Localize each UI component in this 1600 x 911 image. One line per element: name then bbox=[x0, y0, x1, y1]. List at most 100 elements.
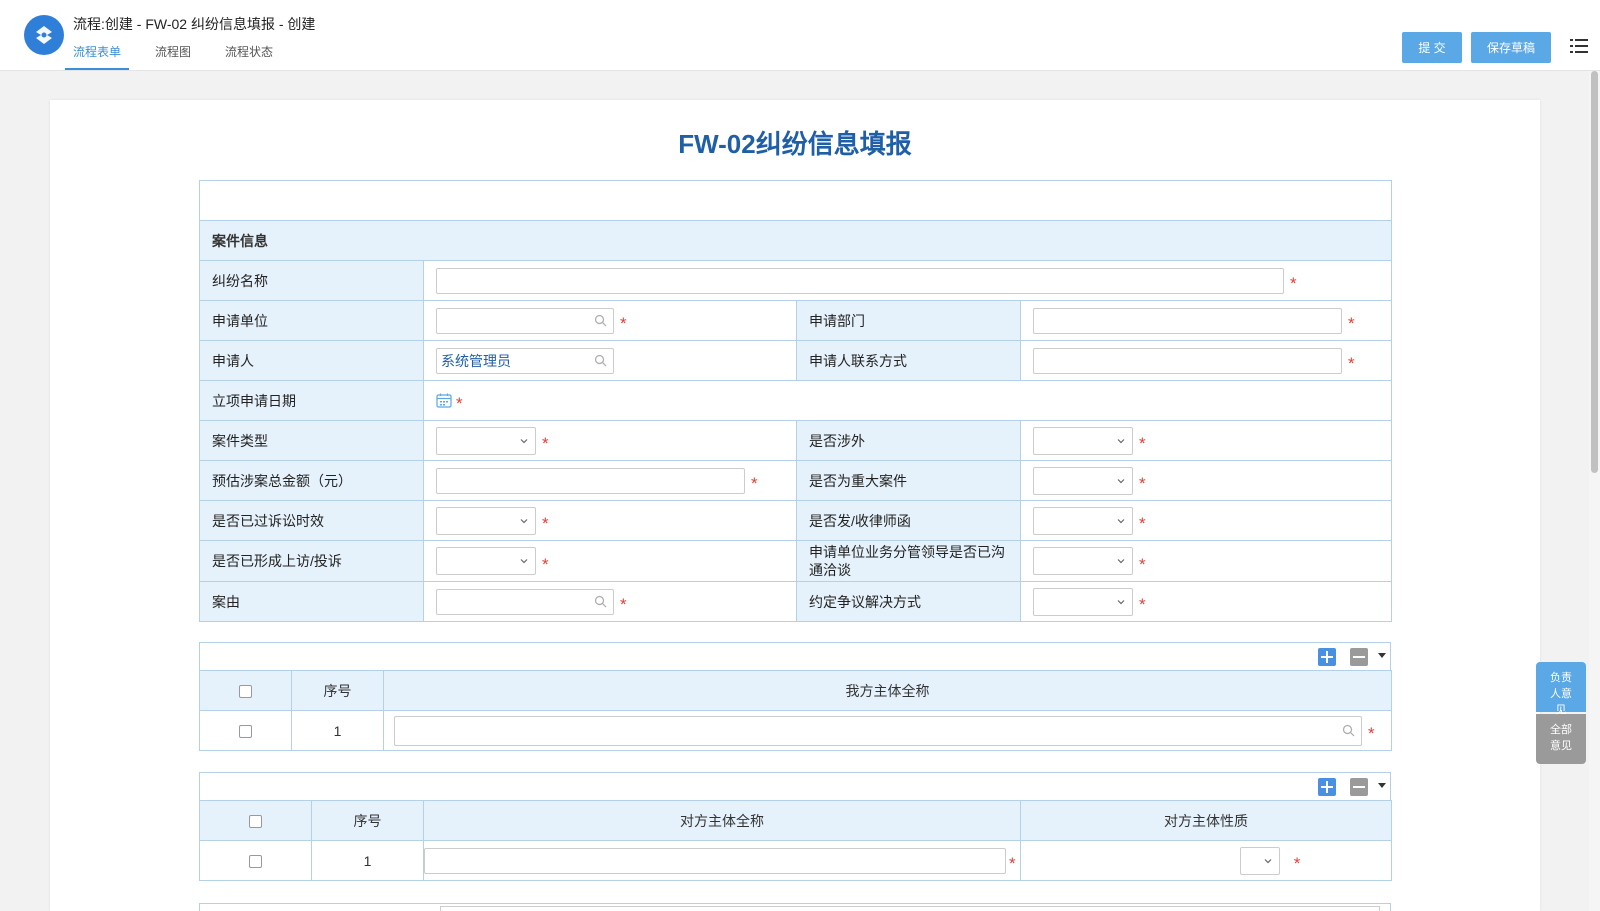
tab-process-form[interactable]: 流程表单 bbox=[65, 44, 130, 70]
delete-row-button[interactable] bbox=[1350, 778, 1368, 796]
tab-process-status[interactable]: 流程状态 bbox=[217, 44, 281, 70]
required-mark: * bbox=[1139, 554, 1146, 574]
row-checkbox[interactable] bbox=[239, 725, 252, 739]
chevron-down-icon bbox=[1117, 478, 1125, 483]
leader-talk-select[interactable] bbox=[1033, 547, 1133, 575]
counter-party-name-input[interactable] bbox=[424, 847, 1006, 874]
column-header: 序号 bbox=[291, 670, 384, 711]
field-label: 预估涉案总金额（元） bbox=[199, 460, 424, 501]
search-icon[interactable] bbox=[594, 354, 607, 367]
vertical-scrollbar[interactable] bbox=[1589, 71, 1600, 911]
column-header: 我方主体全称 bbox=[383, 670, 1392, 711]
field-label: 是否已过诉讼时效 bbox=[199, 500, 424, 541]
select-all-checkbox[interactable] bbox=[239, 685, 252, 699]
required-mark: * bbox=[620, 314, 627, 333]
required-mark: * bbox=[1139, 434, 1146, 453]
counter-party-type-select[interactable] bbox=[1239, 846, 1280, 875]
add-row-button[interactable] bbox=[1318, 648, 1336, 666]
more-options-caret[interactable] bbox=[1378, 653, 1386, 658]
all-opinion-button[interactable]: 全部意见 bbox=[1536, 714, 1586, 764]
applicant-value: 系统管理员 bbox=[441, 352, 511, 369]
required-mark: * bbox=[1290, 274, 1297, 293]
apply-dept-input[interactable] bbox=[1033, 307, 1342, 334]
petition-select[interactable] bbox=[436, 547, 536, 575]
window-title: 流程:创建 - FW-02 纠纷信息填报 - 创建 bbox=[73, 16, 316, 32]
our-party-name-input[interactable] bbox=[394, 715, 1362, 746]
section-title: 案件信息 bbox=[199, 220, 1392, 261]
chevron-down-icon bbox=[1117, 438, 1125, 443]
next-table-edge bbox=[199, 903, 1391, 911]
row-index: 1 bbox=[291, 710, 384, 751]
field-label: 案由 bbox=[199, 581, 424, 622]
search-icon[interactable] bbox=[594, 595, 607, 608]
form-title: FW-02纠纷信息填报 bbox=[678, 129, 912, 159]
our-party-toolbar bbox=[199, 642, 1391, 670]
required-mark: * bbox=[1009, 854, 1016, 873]
all-opinion-label: 全部意见 bbox=[1550, 724, 1572, 752]
field-label: 申请人 bbox=[199, 340, 424, 381]
required-mark: * bbox=[542, 514, 549, 533]
search-icon[interactable] bbox=[594, 314, 607, 327]
case-type-select[interactable] bbox=[436, 426, 536, 455]
next-input-edge[interactable] bbox=[440, 906, 1380, 911]
dispute-name-input[interactable] bbox=[436, 267, 1284, 294]
delete-row-button[interactable] bbox=[1350, 648, 1368, 666]
tab-bar: 流程表单 流程图 流程状态 bbox=[65, 44, 299, 70]
required-mark: * bbox=[1293, 854, 1301, 873]
search-icon[interactable] bbox=[1342, 724, 1355, 737]
row-checkbox[interactable] bbox=[249, 855, 262, 869]
add-row-button[interactable] bbox=[1318, 778, 1336, 796]
select-all-checkbox[interactable] bbox=[249, 815, 262, 829]
apply-unit-input[interactable] bbox=[436, 307, 614, 334]
cause-input[interactable] bbox=[436, 588, 614, 615]
dispute-resolution-select[interactable] bbox=[1033, 587, 1133, 616]
chevron-down-icon bbox=[1117, 559, 1125, 564]
column-header: 对方主体性质 bbox=[1020, 800, 1392, 841]
counter-party-toolbar bbox=[199, 772, 1391, 800]
chevron-down-icon bbox=[1117, 599, 1125, 604]
lawyer-letter-select[interactable] bbox=[1033, 506, 1133, 535]
field-label: 立项申请日期 bbox=[199, 380, 424, 421]
past-limitation-select[interactable] bbox=[436, 506, 536, 535]
owner-opinion-button[interactable]: 负责人意见 bbox=[1536, 662, 1586, 716]
save-draft-button[interactable]: 保存草稿 bbox=[1471, 32, 1551, 63]
list-icon[interactable] bbox=[1570, 38, 1588, 54]
scrollbar-thumb[interactable] bbox=[1591, 71, 1598, 473]
applicant-contact-input[interactable] bbox=[1033, 347, 1342, 374]
field-label: 纠纷名称 bbox=[199, 260, 424, 301]
logo-icon bbox=[36, 26, 52, 44]
est-amount-input[interactable] bbox=[436, 467, 745, 494]
chevron-down-icon bbox=[520, 518, 528, 523]
required-mark: * bbox=[1139, 595, 1146, 614]
field-label: 申请单位业务分管领导是否已沟通洽谈 bbox=[796, 540, 1021, 582]
submit-button[interactable]: 提 交 bbox=[1402, 32, 1462, 63]
chevron-down-icon bbox=[1117, 518, 1125, 523]
required-mark: * bbox=[620, 595, 627, 614]
app-logo bbox=[24, 15, 64, 55]
form-sheet: FW-02纠纷信息填报 案件信息 纠纷名称 * 申请单位 * 申请部门 * 申请… bbox=[50, 100, 1540, 911]
field-label: 申请人联系方式 bbox=[796, 340, 1021, 381]
column-header: 序号 bbox=[311, 800, 424, 841]
applicant-input[interactable]: 系统管理员 bbox=[436, 347, 614, 374]
required-mark: * bbox=[542, 434, 549, 453]
our-party-table: 序号 我方主体全称 1 * bbox=[199, 670, 1392, 751]
owner-opinion-label: 负责人意见 bbox=[1550, 672, 1572, 716]
required-mark: * bbox=[751, 474, 758, 493]
counter-party-table: 序号 对方主体全称 对方主体性质 1 * * bbox=[199, 800, 1392, 881]
field-label: 约定争议解决方式 bbox=[796, 581, 1021, 622]
is-foreign-select[interactable] bbox=[1033, 426, 1133, 455]
top-header: 流程:创建 - FW-02 纠纷信息填报 - 创建 流程表单 流程图 流程状态 … bbox=[0, 0, 1600, 71]
chevron-down-icon bbox=[520, 438, 528, 443]
case-info-table: 案件信息 纠纷名称 * 申请单位 * 申请部门 * 申请人 系统管理员 申请人联… bbox=[199, 180, 1392, 622]
calendar-icon[interactable] bbox=[436, 393, 452, 408]
row-index: 1 bbox=[311, 840, 424, 881]
required-mark: * bbox=[542, 554, 549, 574]
required-mark: * bbox=[1139, 474, 1146, 493]
field-label: 案件类型 bbox=[199, 420, 424, 461]
more-options-caret[interactable] bbox=[1378, 783, 1386, 788]
required-mark: * bbox=[1139, 514, 1146, 533]
tab-process-diagram[interactable]: 流程图 bbox=[147, 44, 199, 70]
field-label: 是否发/收律师函 bbox=[796, 500, 1021, 541]
is-major-select[interactable] bbox=[1033, 466, 1133, 495]
field-label: 申请单位 bbox=[199, 300, 424, 341]
